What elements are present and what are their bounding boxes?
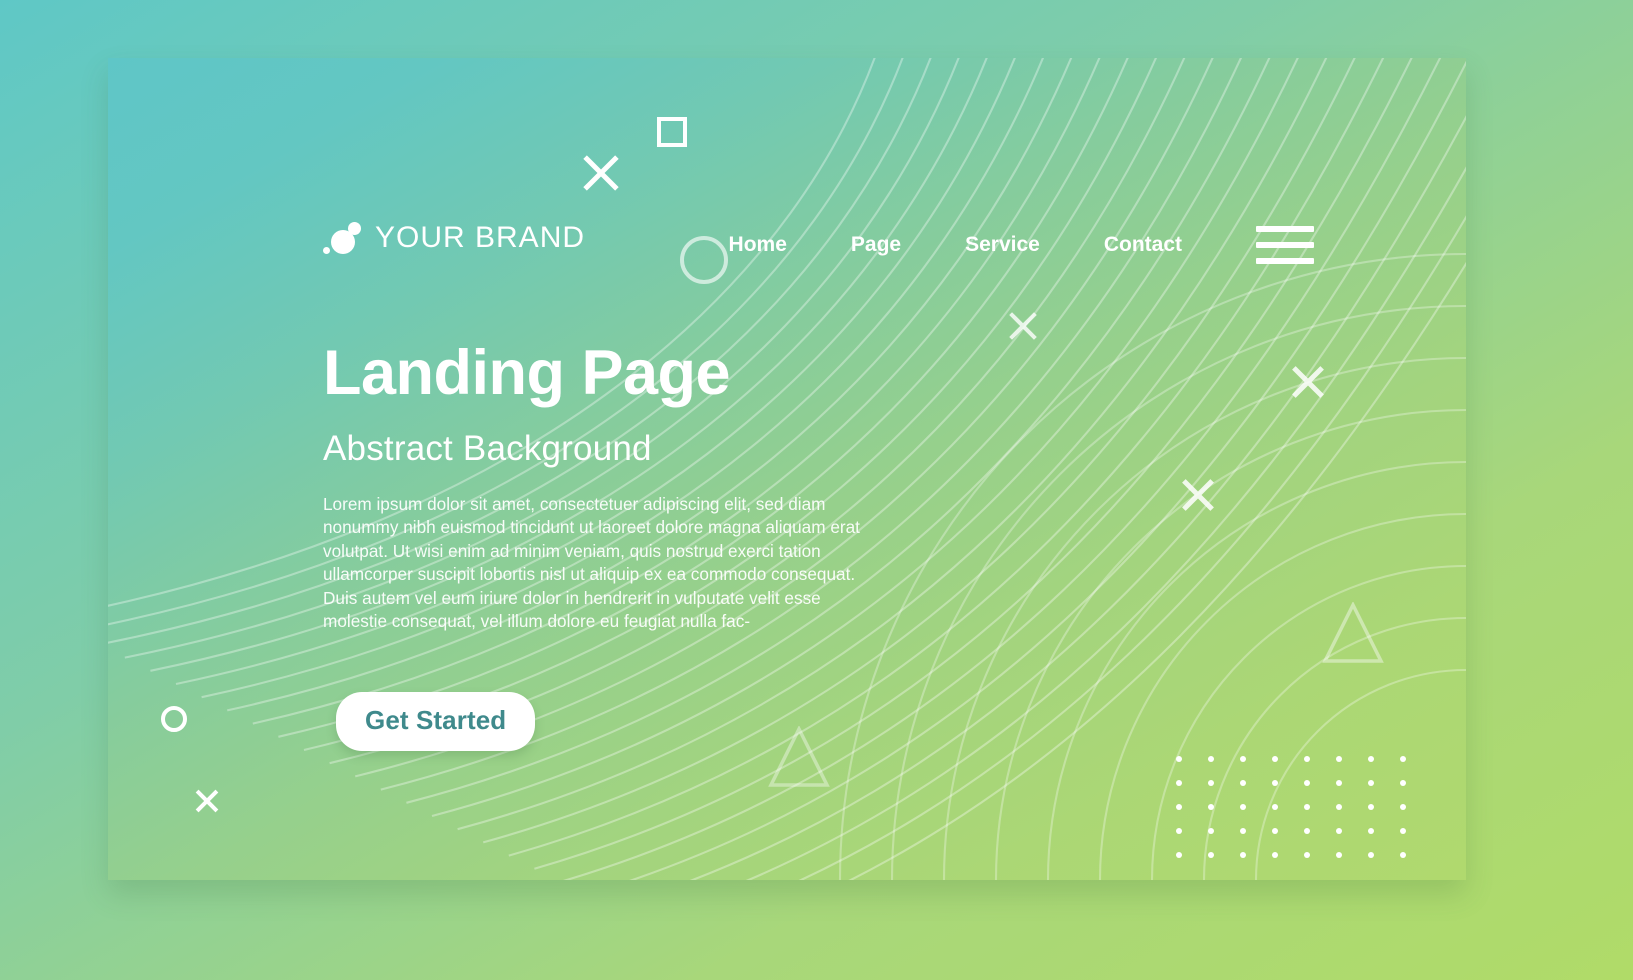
- nav-item-page[interactable]: Page: [819, 233, 933, 257]
- circles-logo-icon: [323, 221, 361, 255]
- x-mark-icon: [1288, 362, 1328, 402]
- circle-outline-icon: [161, 706, 187, 732]
- main-navigation: Home Page Service Contact: [697, 226, 1466, 264]
- x-mark-icon: [1178, 475, 1218, 515]
- brand[interactable]: YOUR BRAND: [323, 221, 585, 255]
- brand-name: YOUR BRAND: [375, 221, 586, 254]
- hamburger-menu-icon[interactable]: [1256, 226, 1314, 264]
- nav-item-service[interactable]: Service: [933, 233, 1072, 257]
- hero-paragraph: Lorem ipsum dolor sit amet, consectetuer…: [323, 493, 860, 632]
- nav-item-contact[interactable]: Contact: [1072, 233, 1214, 257]
- nav-item-home[interactable]: Home: [697, 233, 819, 257]
- x-mark-icon: [193, 787, 221, 815]
- page-subtitle: Abstract Background: [323, 428, 652, 468]
- get-started-button[interactable]: Get Started: [336, 692, 536, 751]
- hero-copy: Landing Page Abstract Background Lorem i…: [323, 338, 923, 634]
- nav-item-list: Home Page Service Contact: [697, 233, 1214, 257]
- page-title: Landing Page: [323, 338, 731, 408]
- hero-card: YOUR BRAND Home Page Service Contact Lan…: [108, 58, 1466, 880]
- site-header: YOUR BRAND Home Page Service Contact: [108, 58, 1466, 328]
- dot-grid-icon: [1176, 756, 1432, 876]
